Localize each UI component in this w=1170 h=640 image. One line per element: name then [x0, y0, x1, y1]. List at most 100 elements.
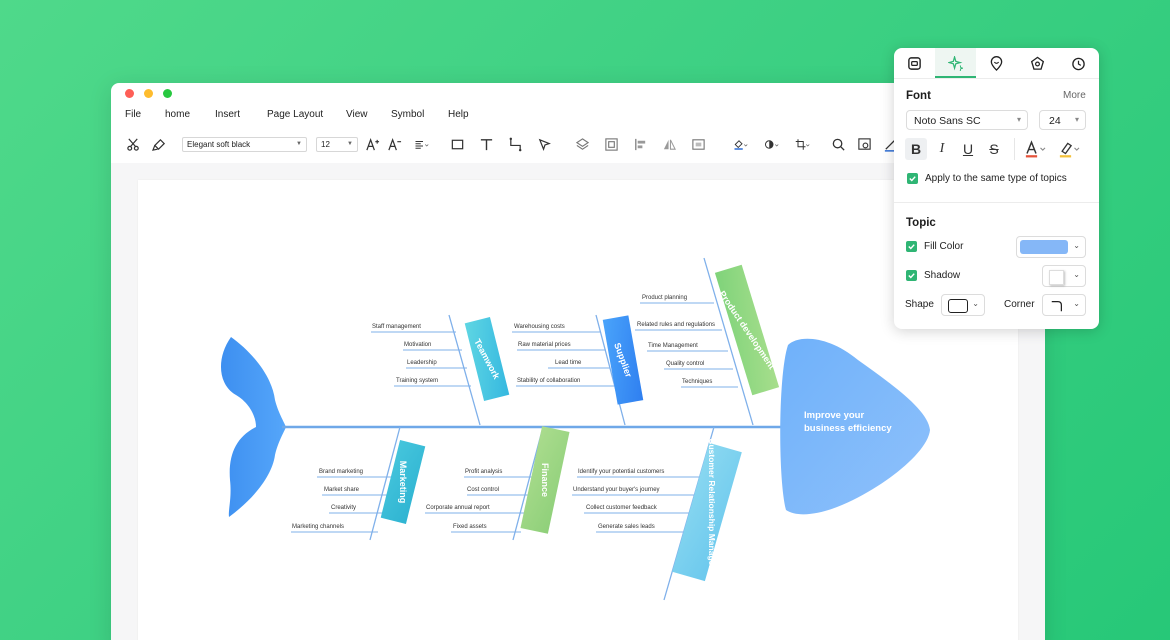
topic-teamwork[interactable]: Teamwork — [464, 317, 510, 401]
item-market-share: Market share — [324, 487, 360, 493]
theme-icon — [1030, 56, 1045, 70]
panel-font-family-value: Noto Sans SC — [914, 115, 981, 127]
shape-label: Shape — [905, 299, 934, 310]
item-brand-marketing: Brand marketing — [319, 469, 363, 475]
topic-marketing[interactable]: Marketing — [380, 440, 426, 524]
align-icon[interactable] — [409, 135, 433, 153]
apply-same-checkbox[interactable] — [907, 173, 918, 184]
font-size-value: 12 — [321, 140, 330, 149]
increase-font-icon[interactable] — [363, 135, 381, 153]
corner-label: Corner — [1004, 299, 1035, 310]
head-line-2: business efficiency — [804, 423, 892, 434]
tab-style[interactable] — [935, 48, 976, 78]
panel-font-size-select[interactable]: 24 ▾ — [1039, 110, 1086, 130]
highlight-button[interactable] — [1056, 138, 1084, 160]
align-left-icon[interactable] — [631, 135, 649, 153]
item-warehousing-costs: Warehousing costs — [514, 324, 565, 330]
select-pointer-icon[interactable] — [535, 135, 553, 153]
layers-icon[interactable] — [573, 135, 591, 153]
font-color-icon — [1025, 140, 1046, 158]
shadow-picker[interactable]: ⌄ — [1042, 265, 1086, 287]
clock-icon — [1072, 57, 1085, 70]
item-sales-leads: Generate sales leads — [598, 524, 655, 530]
crop-icon[interactable] — [790, 135, 814, 153]
topic-label-crm: Customer Relationship Management — [707, 438, 717, 586]
topic-section-title: Topic — [906, 217, 936, 229]
close-window-button[interactable] — [125, 89, 134, 98]
search-icon[interactable] — [829, 135, 847, 153]
shadow-preview — [1049, 270, 1064, 285]
format-painter-icon[interactable] — [150, 135, 168, 153]
page-icon — [908, 56, 921, 70]
fill-color-label: Fill Color — [924, 241, 964, 252]
font-family-select[interactable]: Elegant soft black ▼ — [182, 137, 307, 152]
strikethrough-button[interactable]: S — [983, 138, 1005, 160]
menu-symbol[interactable]: Symbol — [391, 109, 424, 120]
topic-supplier[interactable]: Supplier — [602, 315, 644, 405]
drawing-canvas[interactable]: Improve your business efficiency Staff m… — [138, 180, 1018, 640]
shape-style-icon[interactable] — [759, 135, 783, 153]
fill-color-checkbox[interactable] — [906, 241, 917, 252]
cut-icon[interactable] — [124, 135, 142, 153]
topic-finance[interactable]: Finance — [520, 426, 570, 534]
item-raw-material-prices: Raw material prices — [518, 342, 571, 348]
shape-preview — [948, 299, 968, 313]
rectangle-icon[interactable] — [448, 135, 466, 153]
item-related-rules: Related rules and regulations — [637, 322, 715, 328]
font-size-select[interactable]: 12 ▼ — [316, 137, 358, 152]
tab-history[interactable] — [1058, 48, 1099, 78]
menu-insert[interactable]: Insert — [215, 109, 240, 120]
chevron-down-icon: ▾ — [1016, 115, 1021, 124]
italic-button[interactable]: I — [931, 138, 953, 160]
text-icon[interactable] — [477, 135, 495, 153]
panel-font-family-select[interactable]: Noto Sans SC ▾ — [906, 110, 1028, 130]
head-line-1: Improve your — [804, 410, 864, 421]
connector-icon[interactable] — [506, 135, 524, 153]
menu-file[interactable]: File — [125, 109, 141, 120]
topic-label-marketing: Marketing — [398, 461, 408, 504]
more-link[interactable]: More — [1063, 90, 1086, 101]
tab-theme[interactable] — [1017, 48, 1058, 78]
tab-location[interactable] — [976, 48, 1017, 78]
fishbone-diagram[interactable]: Improve your business efficiency Staff m… — [138, 180, 1018, 640]
menu-page-layout[interactable]: Page Layout — [267, 109, 323, 120]
bold-button[interactable]: B — [905, 138, 927, 160]
corner-picker[interactable]: ⌄ — [1042, 294, 1086, 316]
tab-page[interactable] — [894, 48, 935, 78]
checkmark-icon — [908, 244, 915, 250]
section-divider — [894, 202, 1099, 203]
item-lead-time: Lead time — [555, 360, 582, 366]
item-training-system: Training system — [396, 378, 438, 384]
checkmark-icon — [909, 176, 916, 182]
find-replace-icon[interactable] — [855, 135, 873, 153]
minimize-window-button[interactable] — [144, 89, 153, 98]
item-quality-control: Quality control — [666, 361, 704, 367]
sparkle-icon — [948, 55, 963, 71]
group-icon[interactable] — [602, 135, 620, 153]
menu-help[interactable]: Help — [448, 109, 469, 120]
menu-view[interactable]: View — [346, 109, 368, 120]
shadow-checkbox[interactable] — [906, 270, 917, 281]
menu-home[interactable]: home — [165, 109, 190, 120]
underline-button[interactable]: U — [957, 138, 979, 160]
chevron-down-icon: ⌄ — [1073, 270, 1080, 279]
chevron-down-icon: ⌄ — [1073, 299, 1080, 308]
maximize-window-button[interactable] — [163, 89, 172, 98]
shadow-label: Shadow — [924, 270, 961, 281]
shape-picker[interactable]: ⌄ — [941, 294, 985, 316]
fill-bucket-icon[interactable] — [728, 135, 752, 153]
item-cost-control: Cost control — [467, 487, 499, 493]
item-leadership: Leadership — [407, 360, 437, 366]
item-customer-feedback: Collect customer feedback — [586, 505, 658, 511]
flip-icon[interactable] — [660, 135, 678, 153]
frame-icon[interactable] — [689, 135, 707, 153]
font-color-button[interactable] — [1022, 138, 1050, 160]
decrease-font-icon[interactable] — [385, 135, 403, 153]
fish-tail — [220, 337, 286, 517]
highlighter-icon — [1059, 142, 1080, 158]
item-techniques: Techniques — [682, 379, 712, 385]
topic-crm[interactable]: Customer Relationship Management — [668, 436, 756, 589]
chevron-down-icon: ▼ — [296, 141, 302, 147]
fill-color-picker[interactable]: ⌄ — [1016, 236, 1086, 258]
checkmark-icon — [908, 273, 915, 279]
